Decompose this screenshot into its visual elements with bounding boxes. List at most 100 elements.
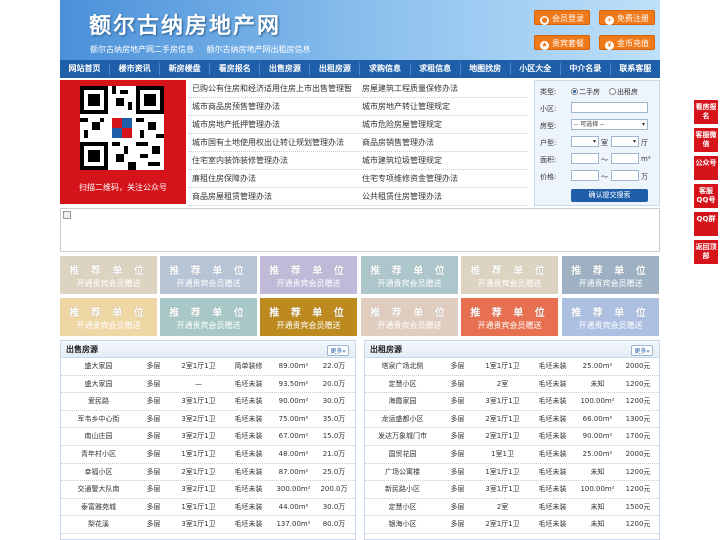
sidebar-official-account[interactable]: 公众号 [694, 156, 718, 180]
ad-slot[interactable]: 推 荐 单 位开通贵宾会员赠送 [160, 298, 257, 336]
policy-link[interactable]: 城市危险房屋管理规定 [358, 116, 528, 133]
policy-link[interactable]: 城市房地产转让管理规定 [358, 98, 528, 115]
table-cell[interactable]: 幸福小区 [61, 464, 136, 481]
table-cell[interactable]: 泰富雅苑城 [61, 499, 136, 516]
area-min-input[interactable] [571, 153, 599, 164]
policy-link[interactable]: 廉租住房保障办法 [188, 170, 358, 187]
table-row[interactable]: 盛大家园 多层 2室1厅1卫 简单装修 89.00m² 22.0万 [61, 358, 355, 376]
table-row[interactable]: 新民路小区 多层 3室1厅1卫 毛坯未装 100.00m² 1200元 [365, 481, 659, 499]
nav-new-homes[interactable]: 新房楼盘 [160, 60, 209, 78]
table-cell[interactable]: 新民路小区 [365, 481, 440, 498]
table-row[interactable]: 塔泉广场北侧 多层 1室1厅1卫 毛坯未装 25.00m² 2000元 [365, 358, 659, 376]
subtitle-link-sale[interactable]: 额尔古纳房地产网二手房信息 [90, 45, 194, 54]
policy-link[interactable]: 住宅室内装饰装修管理办法 [188, 152, 358, 169]
table-cell[interactable]: 海霞家园 [365, 393, 440, 410]
table-row[interactable]: 交通警大队南 多层 3室2厅1卫 毛坯未装 300.00m² 200.0万 [61, 481, 355, 499]
table-cell[interactable]: 盛大家园 [61, 358, 136, 375]
policy-link[interactable]: 商品房屋租赁管理办法 [188, 188, 358, 205]
banner-image[interactable] [60, 208, 660, 252]
table-cell[interactable]: 银海小区 [365, 516, 440, 533]
table-row[interactable]: 军韦乡中心街 多层 3室2厅1卫 毛坯未装 75.00m² 35.0万 [61, 411, 355, 429]
table-row[interactable]: 青年村小区 多层 1室1厅1卫 毛坯未装 48.00m² 21.0万 [61, 446, 355, 464]
table-cell[interactable]: 盛大家园 [61, 376, 136, 393]
subtitle-link-rent[interactable]: 额尔古纳房地产网出租房信息 [207, 45, 311, 54]
nav-contact-service[interactable]: 联系客服 [611, 60, 660, 78]
table-cell[interactable]: 龙运盛都小区 [365, 411, 440, 428]
table-cell[interactable]: 塔泉广场北侧 [365, 358, 440, 375]
nav-communities[interactable]: 小区大全 [511, 60, 560, 78]
table-row[interactable]: 幸福小区 多层 2室1厅1卫 毛坯未装 87.00m² 25.0万 [61, 464, 355, 482]
sidebar-qq-group[interactable]: QQ群 [694, 212, 718, 236]
table-row[interactable]: 银海小区 多层 2室1厅1卫 毛坯未装 未知 1200元 [365, 516, 659, 534]
coin-recharge-button[interactable]: ¥ 金币充值 [599, 35, 655, 50]
price-max-input[interactable] [611, 170, 639, 181]
sidebar-back-to-top[interactable]: 返回顶部 [694, 240, 718, 264]
table-row[interactable]: 爱民路 多层 3室1厅1卫 毛坯未装 90.00m² 30.0万 [61, 393, 355, 411]
table-row[interactable]: 广场公寓楼 多层 1室1厅1卫 毛坯未装 未知 1200元 [365, 464, 659, 482]
vip-package-button[interactable]: ★ 贵宾套餐 [534, 35, 590, 50]
livingroom-select[interactable]: ▾ [611, 136, 639, 147]
policy-link[interactable]: 城市国有土地使用权出让转让规划管理办法 [188, 134, 358, 151]
ad-slot[interactable]: 推 荐 单 位开通贵宾会员赠送 [461, 298, 558, 336]
nav-map-search[interactable]: 地图找房 [461, 60, 510, 78]
policy-link[interactable]: 城市房地产抵押管理办法 [188, 116, 358, 133]
ad-slot[interactable]: 推 荐 单 位开通贵宾会员赠送 [361, 256, 458, 294]
table-row[interactable]: 海霞家园 多层 3室1厅1卫 毛坯未装 100.00m² 1200元 [365, 393, 659, 411]
policy-link[interactable]: 商品房销售管理办法 [358, 134, 528, 151]
table-row[interactable]: 龙运盛都小区 多层 2室1厅1卫 毛坯未装 66.00m² 1300元 [365, 411, 659, 429]
price-min-input[interactable] [571, 170, 599, 181]
nav-viewing-signup[interactable]: 看房报名 [210, 60, 259, 78]
site-title[interactable]: 额尔古纳房地产网 [89, 8, 281, 40]
nav-for-sale[interactable]: 出售房源 [260, 60, 309, 78]
ad-slot[interactable]: 推 荐 单 位开通贵宾会员赠送 [562, 298, 659, 336]
table-row[interactable]: 南山庄园 多层 3室2厅1卫 毛坯未装 67.00m² 15.0万 [61, 428, 355, 446]
policy-link[interactable]: 住宅专项维修资金管理办法 [358, 170, 528, 187]
area-max-input[interactable] [611, 153, 639, 164]
table-cell[interactable]: 发达万象城门市 [365, 428, 440, 445]
type-option-secondhand[interactable]: 二手房 [571, 87, 600, 97]
table-row[interactable]: 泰富雅苑城 多层 1室1厅1卫 毛坯未装 44.00m² 30.0万 [61, 499, 355, 517]
ad-slot[interactable]: 推 荐 单 位开通贵宾会员赠送 [60, 256, 157, 294]
nav-home[interactable]: 网站首页 [60, 60, 109, 78]
table-cell[interactable]: 军韦乡中心街 [61, 411, 136, 428]
ad-slot[interactable]: 推 荐 单 位开通贵宾会员赠送 [361, 298, 458, 336]
table-row[interactable]: 定慧小区 多层 2室 毛坯未装 未知 1200元 [365, 376, 659, 394]
sidebar-service-wechat[interactable]: 客服微信 [694, 128, 718, 152]
policy-link[interactable]: 城市建筑垃圾管理规定 [358, 152, 528, 169]
sidebar-viewing-signup[interactable]: 看房报名 [694, 100, 718, 124]
nav-news[interactable]: 楼市资讯 [110, 60, 159, 78]
ad-slot[interactable]: 推 荐 单 位开通贵宾会员赠送 [260, 256, 357, 294]
sale-more-link[interactable]: 更多» [327, 345, 349, 356]
policy-link[interactable]: 房屋建筑工程质量保修办法 [358, 80, 528, 97]
sidebar-service-qq[interactable]: 客服QQ号 [694, 184, 718, 208]
table-row[interactable]: 国贸花园 多层 1室1卫 毛坯未装 25.00m² 2000元 [365, 446, 659, 464]
bedroom-select[interactable]: ▾ [571, 136, 599, 147]
type-option-rental[interactable]: 出租房 [609, 87, 638, 97]
table-cell[interactable]: 南山庄园 [61, 428, 136, 445]
community-input[interactable] [571, 102, 648, 113]
table-cell[interactable]: 国贸花园 [365, 446, 440, 463]
table-cell[interactable]: 梨花溪 [61, 516, 136, 533]
nav-wanted-rent[interactable]: 求租信息 [411, 60, 460, 78]
ad-slot[interactable]: 推 荐 单 位开通贵宾会员赠送 [562, 256, 659, 294]
table-row[interactable]: 定慧小区 多层 2室 毛坯未装 未知 1500元 [365, 499, 659, 517]
policy-link[interactable]: 公共租赁住房管理办法 [358, 188, 528, 205]
search-submit-button[interactable]: 确认提交搜索 [571, 189, 648, 202]
table-cell[interactable]: 广场公寓楼 [365, 464, 440, 481]
policy-link[interactable]: 城市商品房预售管理办法 [188, 98, 358, 115]
nav-for-rent[interactable]: 出租房源 [310, 60, 359, 78]
ad-slot[interactable]: 推 荐 单 位开通贵宾会员赠送 [160, 256, 257, 294]
policy-link[interactable]: 已购公有住房和经济适用住房上市出售管理暂 [188, 80, 358, 97]
table-row[interactable]: 梨花溪 多层 3室1厅1卫 毛坯未装 137.00m² 80.0万 [61, 516, 355, 534]
table-cell[interactable]: 交通警大队南 [61, 481, 136, 498]
table-cell[interactable]: 定慧小区 [365, 499, 440, 516]
ad-slot[interactable]: 推 荐 单 位开通贵宾会员赠送 [461, 256, 558, 294]
table-row[interactable]: 发达万象城门市 多层 2室1厅1卫 毛坯未装 90.00m² 1700元 [365, 428, 659, 446]
rent-more-link[interactable]: 更多» [631, 345, 653, 356]
ad-slot[interactable]: 推 荐 单 位开通贵宾会员赠送 [260, 298, 357, 336]
table-cell[interactable]: 爱民路 [61, 393, 136, 410]
table-cell[interactable]: 定慧小区 [365, 376, 440, 393]
member-login-button[interactable]: ● 会员登录 [534, 10, 590, 25]
table-row[interactable]: 盛大家园 多层 — 毛坯未装 93.50m² 20.0万 [61, 376, 355, 394]
table-cell[interactable]: 青年村小区 [61, 446, 136, 463]
